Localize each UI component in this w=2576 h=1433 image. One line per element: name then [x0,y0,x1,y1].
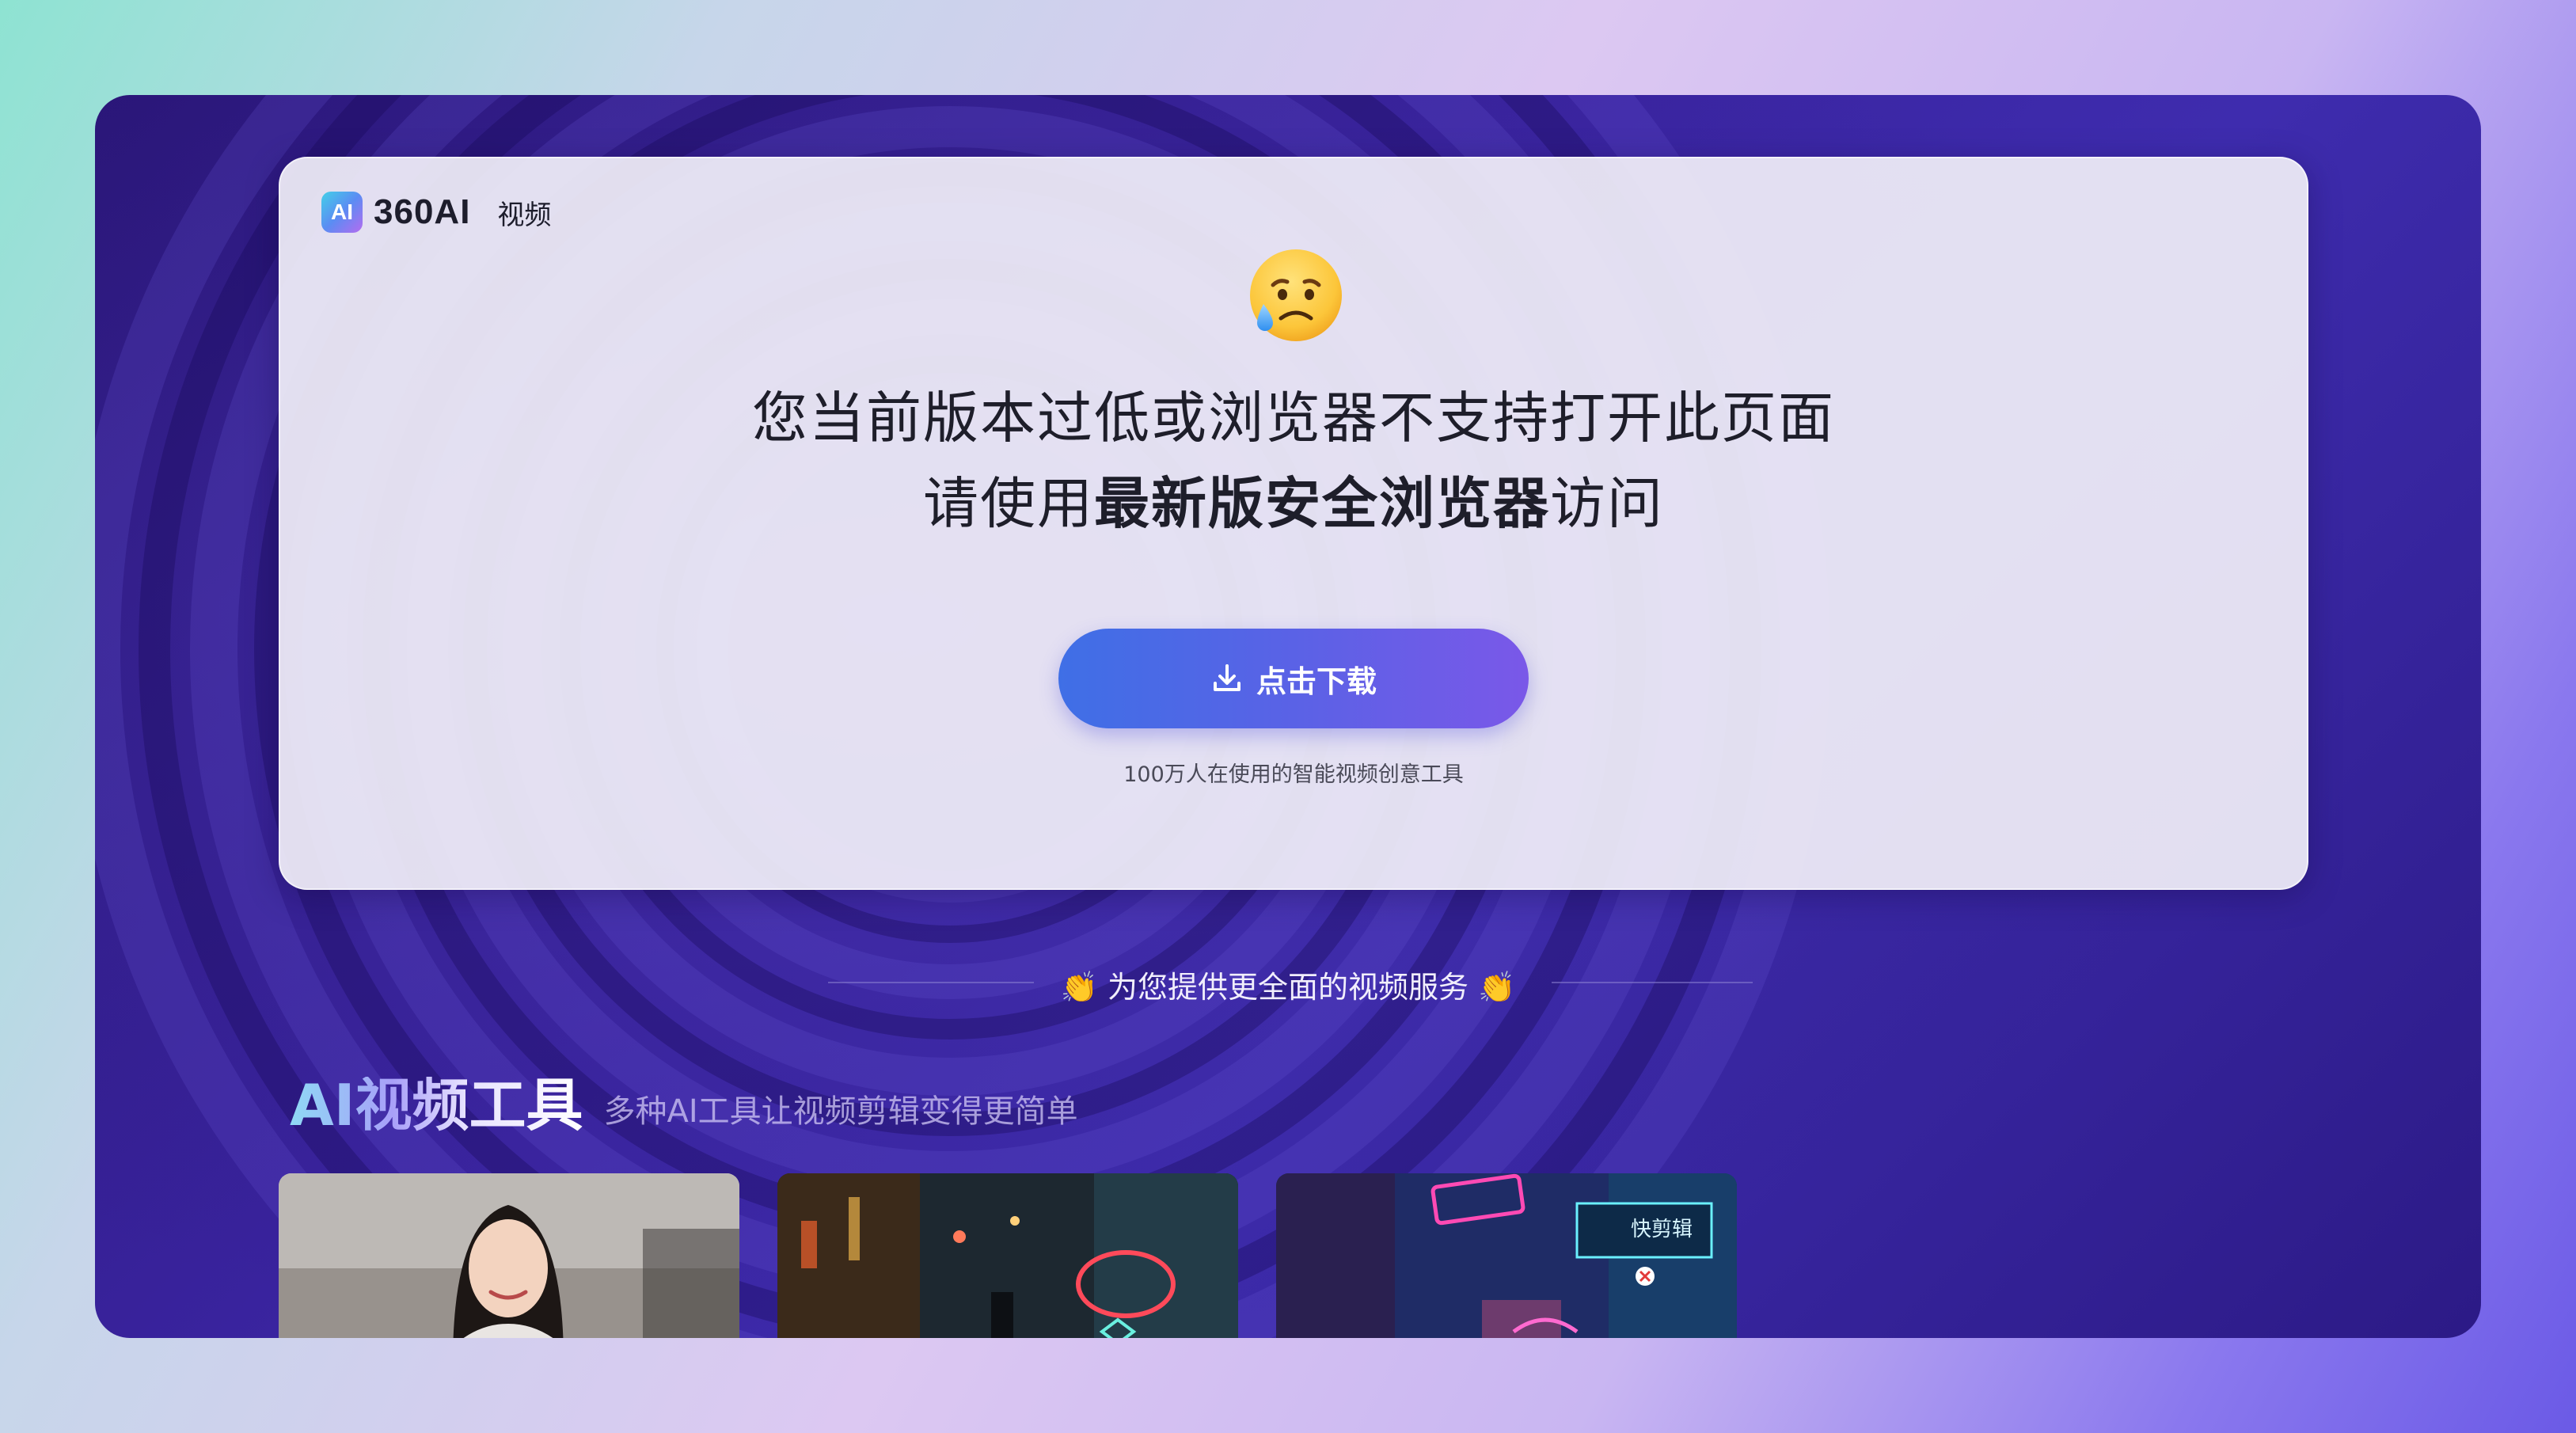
incompatible-message: 您当前版本过低或浏览器不支持打开此页面 [752,386,1835,450]
divider-text: 👏 为您提供更全面的视频服务 👏 [1060,970,1516,1005]
section-header: AI视频工具 多种AI工具让视频剪辑变得更简单 [290,1077,1078,1134]
download-button-label: 点击下载 [1256,663,1377,699]
logo-sub-text: 视频 [497,199,552,231]
cyberpunk-street-thumbnail[interactable] [777,1173,1238,1338]
divider-line-right [1552,982,1753,983]
browser-suggestion: 请使用最新版安全浏览器访问 [280,459,2307,539]
suggestion-bold: 最新版安全浏览器 [1094,471,1550,536]
portrait-illustration [279,1173,739,1338]
section-title: AI视频工具 [290,1072,583,1138]
portrait-woman-thumbnail[interactable] [279,1173,739,1338]
sad-face-with-tear-icon [1250,249,1342,341]
section-subtitle: 多种AI工具让视频剪辑变得更简单 [603,1093,1078,1130]
app-window: AI 360AI 视频 您当前版本过低或浏览器不支持打开此页面 请使用最新版安全… [95,95,2481,1338]
neon-street-illustration [1276,1173,1737,1338]
suggestion-prefix: 请使用 [923,471,1094,536]
logo-brand-text: 360AI [374,192,471,231]
notice-card: AI 360AI 视频 您当前版本过低或浏览器不支持打开此页面 请使用最新版安全… [279,157,2308,890]
download-icon [1213,664,1241,691]
suggestion-suffix: 访问 [1550,471,1664,536]
cyberpunk-illustration [777,1173,1238,1338]
service-divider: 👏 为您提供更全面的视频服务 👏 [95,958,2481,1005]
user-count-note: 100万人在使用的智能视频创意工具 [1123,762,1464,787]
download-button[interactable]: 点击下载 [1058,629,1529,728]
brand-logo[interactable]: AI 360AI 视频 [321,190,551,234]
quick-edit-label: 快剪辑 [1631,1218,1693,1241]
ai-logo-icon: AI [321,192,363,233]
neon-pizza-street-thumbnail[interactable]: 快剪辑 [1276,1173,1737,1338]
